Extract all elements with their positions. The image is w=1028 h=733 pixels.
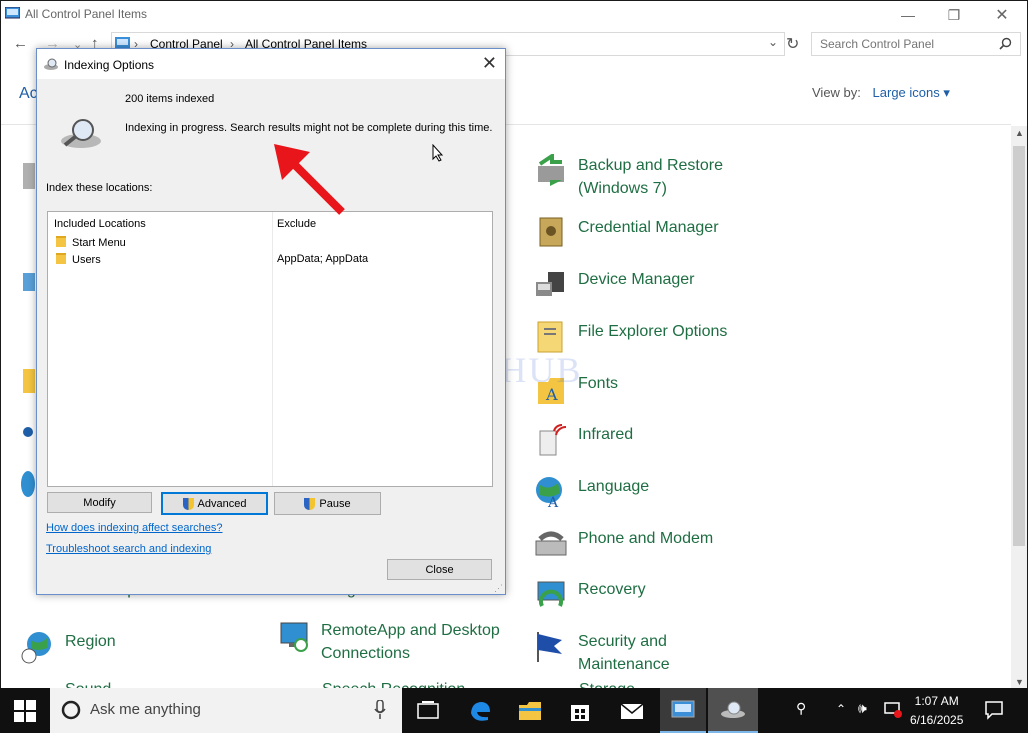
restore-button[interactable]: ❐ xyxy=(931,1,977,29)
edge-browser-icon[interactable] xyxy=(468,699,492,723)
dialog-title-bar[interactable]: Indexing Options ✕ xyxy=(37,49,505,79)
col-header-included[interactable]: Included Locations xyxy=(54,218,146,230)
svg-text:A: A xyxy=(547,495,559,509)
clock-time: 1:07 AM xyxy=(914,694,959,708)
cp-item-security-maintenance[interactable]: Security and Maintenance xyxy=(534,630,758,676)
cp-item-remoteapp[interactable]: RemoteApp and Desktop Connections xyxy=(277,619,521,665)
partial-icon xyxy=(21,471,35,497)
indexing-affect-searches-link[interactable]: How does indexing affect searches? xyxy=(46,522,223,534)
taskbar-item-control-panel[interactable] xyxy=(660,688,706,733)
location-row[interactable]: Users xyxy=(56,253,101,266)
adjust-settings-heading: Ac xyxy=(19,85,38,102)
backup-restore-icon xyxy=(538,154,564,186)
back-arrow-icon[interactable]: ← xyxy=(13,35,28,52)
clock-date: 6/16/2025 xyxy=(910,713,964,727)
network-warning-icon[interactable] xyxy=(884,701,902,719)
cp-item-infrared[interactable]: Infrared xyxy=(534,423,758,457)
indexing-taskbar-icon xyxy=(721,701,745,718)
device-manager-icon xyxy=(536,272,564,296)
partial-icon xyxy=(23,369,35,393)
phone-modem-icon xyxy=(535,531,567,556)
locations-list[interactable]: Included Locations Exclude Start Menu Us… xyxy=(47,211,493,487)
search-input[interactable] xyxy=(818,36,992,52)
index-locations-label: Index these locations: xyxy=(46,182,153,194)
windows-start-icon[interactable] xyxy=(14,700,36,722)
cp-item-region[interactable]: Region xyxy=(21,630,245,664)
dialog-close-button[interactable]: Close xyxy=(387,559,492,580)
modify-button[interactable]: Modify xyxy=(47,492,152,513)
search-icon[interactable] xyxy=(999,37,1012,50)
location-row[interactable]: Start Menu xyxy=(56,236,126,249)
control-panel-taskbar-icon xyxy=(671,700,695,718)
cortana-circle-icon xyxy=(61,700,81,720)
show-hidden-icons-chevron-icon[interactable]: ⌃ xyxy=(836,702,846,716)
cortana-search-placeholder: Ask me anything xyxy=(90,701,201,718)
view-by-dropdown[interactable]: Large icons ▾ xyxy=(873,85,950,100)
dialog-close-icon[interactable]: ✕ xyxy=(482,53,497,74)
minimize-button[interactable]: — xyxy=(885,1,931,29)
action-center-icon[interactable] xyxy=(984,700,1004,720)
view-by: View by: Large icons ▾ xyxy=(812,85,950,101)
people-icon[interactable]: ⚲ xyxy=(796,700,806,717)
credential-vault-icon xyxy=(539,217,563,247)
address-dropdown-icon[interactable]: ⌄ xyxy=(768,35,778,49)
taskbar-item-indexing-options[interactable] xyxy=(708,688,758,733)
title-bar[interactable]: All Control Panel Items — ❐ ✕ xyxy=(1,1,1027,29)
cp-item-backup-restore[interactable]: Backup and Restore (Windows 7) xyxy=(534,154,758,200)
indexing-status-icon xyxy=(61,119,101,148)
task-view-icon[interactable] xyxy=(416,699,440,723)
uac-shield-icon xyxy=(182,497,194,510)
vertical-scrollbar[interactable]: ▲ ▼ xyxy=(1011,126,1027,689)
column-separator xyxy=(272,212,273,486)
store-icon[interactable] xyxy=(568,699,592,723)
language-globe-icon: A xyxy=(536,477,562,509)
dialog-title: Indexing Options xyxy=(64,58,155,72)
search-box[interactable] xyxy=(811,32,1021,56)
cortana-search-box[interactable]: Ask me anything xyxy=(50,688,402,733)
partial-icon xyxy=(23,427,33,437)
window-title: All Control Panel Items xyxy=(25,7,148,21)
mouse-cursor-icon xyxy=(432,144,444,162)
mail-icon[interactable] xyxy=(620,699,644,723)
refresh-icon[interactable]: ↻ xyxy=(786,34,799,54)
scroll-down-icon[interactable]: ▼ xyxy=(1015,677,1024,687)
volume-icon[interactable]: 🕪 xyxy=(858,700,867,717)
cp-item-credential-manager[interactable]: Credential Manager xyxy=(534,216,758,250)
security-flag-icon xyxy=(537,632,562,662)
close-button[interactable]: ✕ xyxy=(979,1,1025,29)
recovery-icon xyxy=(537,581,565,607)
infrared-icon xyxy=(539,424,567,456)
items-indexed-count: 200 items indexed xyxy=(125,93,215,105)
indexing-options-dialog: Indexing Options ✕ 200 items indexed Ind… xyxy=(36,48,506,595)
control-panel-icon xyxy=(5,7,20,19)
view-by-label: View by: xyxy=(812,85,861,100)
remoteapp-icon xyxy=(280,622,308,652)
cp-item-language[interactable]: A Language xyxy=(534,475,758,509)
pause-button[interactable]: Pause xyxy=(274,492,381,515)
cp-item-phone-modem[interactable]: Phone and Modem xyxy=(534,527,758,561)
taskbar: Ask me anything ⚲ ⌃ 🕪 1:07 AM 6/16/2025 xyxy=(0,688,1028,733)
red-arrow-annotation xyxy=(274,144,345,215)
indexing-status-text: Indexing in progress. Search results mig… xyxy=(125,122,493,134)
cp-item-device-manager[interactable]: Device Manager xyxy=(534,268,758,302)
scroll-up-icon[interactable]: ▲ xyxy=(1015,128,1024,138)
folder-icon xyxy=(56,253,66,264)
folder-icon xyxy=(56,236,66,247)
uac-shield-icon xyxy=(304,497,316,510)
region-clock-globe-icon xyxy=(21,632,51,664)
advanced-button[interactable]: Advanced xyxy=(161,492,268,515)
partial-icon xyxy=(23,163,35,189)
microphone-icon[interactable] xyxy=(374,700,386,720)
file-explorer-icon[interactable] xyxy=(518,699,542,723)
exclude-value: AppData; AppData xyxy=(277,253,369,265)
partial-icon xyxy=(23,273,35,291)
scroll-thumb[interactable] xyxy=(1013,146,1025,546)
indexing-magnifier-icon xyxy=(44,58,58,70)
resize-grip-icon[interactable]: ⋰ xyxy=(494,583,503,594)
cp-item-recovery[interactable]: Recovery xyxy=(534,578,758,612)
troubleshoot-indexing-link[interactable]: Troubleshoot search and indexing xyxy=(46,543,211,555)
system-clock[interactable]: 1:07 AM 6/16/2025 xyxy=(910,692,963,730)
